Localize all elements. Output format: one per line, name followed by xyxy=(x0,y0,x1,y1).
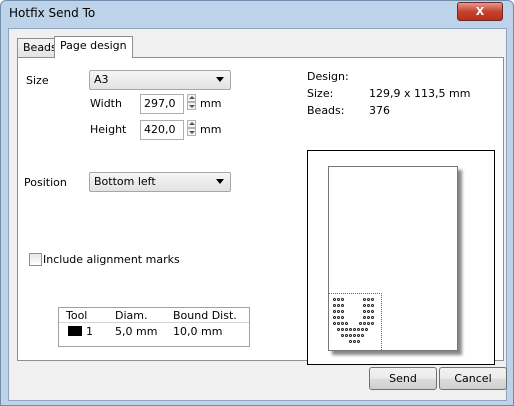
height-unit: mm xyxy=(200,123,222,136)
bead-dot xyxy=(337,304,340,307)
spin-up-icon[interactable] xyxy=(187,120,196,128)
bead-dot xyxy=(337,316,340,319)
header-diam: Diam. xyxy=(115,309,148,322)
size-label: Size xyxy=(26,74,49,87)
design-label: Design: xyxy=(307,70,349,83)
height-spinner[interactable] xyxy=(187,120,196,137)
width-input[interactable]: 297,0 xyxy=(140,94,184,114)
bead-dot xyxy=(349,340,352,343)
bead-dot xyxy=(363,322,366,325)
width-unit: mm xyxy=(200,97,222,110)
position-dropdown-value: Bottom left xyxy=(94,175,156,188)
send-button[interactable]: Send xyxy=(369,367,437,390)
bead-dot xyxy=(371,298,374,301)
bead-dot xyxy=(345,328,348,331)
bead-dot xyxy=(337,298,340,301)
bead-dot xyxy=(333,304,336,307)
bead-dot xyxy=(367,304,370,307)
bead-dot xyxy=(337,328,340,331)
bead-dot xyxy=(363,310,366,313)
bead-dot xyxy=(341,316,344,319)
bead-dot xyxy=(349,328,352,331)
bead-dot xyxy=(341,310,344,313)
tool-table: Tool Diam. Bound Dist. 1 5,0 mm 10,0 mm xyxy=(58,307,250,347)
bead-dot xyxy=(341,304,344,307)
bead-dot xyxy=(361,334,364,337)
alignment-marks-label[interactable]: Include alignment marks xyxy=(43,253,180,266)
alignment-marks-checkbox[interactable] xyxy=(29,253,42,266)
bead-dot xyxy=(349,334,352,337)
bead-dot xyxy=(371,304,374,307)
bead-dot xyxy=(367,316,370,319)
size-dropdown-value: A3 xyxy=(94,73,109,86)
dialog-client: Beads Page design Size A3 Width 297,0 mm… xyxy=(8,28,507,401)
design-size-value: 129,9 x 113,5 mm xyxy=(369,87,471,100)
design-size-label: Size: xyxy=(307,87,334,100)
chevron-down-icon xyxy=(216,77,224,82)
bead-dot xyxy=(363,316,366,319)
height-input[interactable]: 420,0 xyxy=(140,120,184,140)
bead-pattern xyxy=(329,293,382,350)
bead-dot xyxy=(341,322,344,325)
bead-dot xyxy=(341,334,344,337)
row-bound-dist[interactable]: 10,0 mm xyxy=(173,325,222,338)
header-tool: Tool xyxy=(66,309,88,322)
width-spinner[interactable] xyxy=(187,94,196,111)
spin-up-icon[interactable] xyxy=(187,94,196,102)
bead-dot xyxy=(345,334,348,337)
tab-page-design[interactable]: Page design xyxy=(54,36,133,58)
close-button[interactable]: X xyxy=(457,2,503,21)
design-beads-label: Beads: xyxy=(307,104,345,117)
size-dropdown[interactable]: A3 xyxy=(89,70,231,90)
bead-dot xyxy=(367,298,370,301)
position-label: Position xyxy=(24,176,67,189)
window-title: Hotfix Send To xyxy=(9,6,96,20)
title-bar: Hotfix Send To X xyxy=(1,1,513,25)
bead-dot xyxy=(333,322,336,325)
bead-dot xyxy=(363,304,366,307)
row-tool[interactable]: 1 xyxy=(86,325,93,338)
bead-dot xyxy=(353,328,356,331)
bead-dot xyxy=(367,322,370,325)
bead-dot xyxy=(333,316,336,319)
height-label: Height xyxy=(90,123,127,136)
chevron-down-icon xyxy=(216,179,224,184)
bead-dot xyxy=(341,298,344,301)
spin-down-icon[interactable] xyxy=(187,102,196,110)
bead-dot xyxy=(371,322,374,325)
bead-dot xyxy=(333,310,336,313)
bead-dot xyxy=(353,334,356,337)
preview-page xyxy=(328,166,458,351)
width-label: Width xyxy=(90,97,122,110)
bead-dot xyxy=(345,322,348,325)
bead-dot xyxy=(371,316,374,319)
bead-dot xyxy=(353,340,356,343)
width-value: 297,0 xyxy=(144,97,176,110)
bead-dot xyxy=(337,322,340,325)
bead-dot xyxy=(357,328,360,331)
bead-dot xyxy=(333,298,336,301)
bead-dot xyxy=(365,328,368,331)
bead-dot xyxy=(357,340,360,343)
tool-color-swatch xyxy=(68,326,82,336)
page-preview xyxy=(307,150,495,365)
bead-dot xyxy=(361,328,364,331)
bead-dot xyxy=(367,310,370,313)
bead-dot xyxy=(337,310,340,313)
bead-dot xyxy=(341,328,344,331)
spin-down-icon[interactable] xyxy=(187,128,196,136)
bead-dot xyxy=(371,310,374,313)
position-dropdown[interactable]: Bottom left xyxy=(89,172,231,192)
bead-dot xyxy=(359,322,362,325)
dialog-window: Hotfix Send To X Beads Page design Size … xyxy=(0,0,514,406)
row-diam[interactable]: 5,0 mm xyxy=(115,325,157,338)
bead-dot xyxy=(357,334,360,337)
header-bound-dist: Bound Dist. xyxy=(173,309,237,322)
page-design-panel: Size A3 Width 297,0 mm Height 420,0 mm P… xyxy=(17,57,504,365)
table-header: Tool Diam. Bound Dist. xyxy=(59,308,249,323)
height-value: 420,0 xyxy=(144,123,176,136)
design-beads-value: 376 xyxy=(369,104,390,117)
bead-dot xyxy=(363,298,366,301)
cancel-button[interactable]: Cancel xyxy=(439,367,507,390)
